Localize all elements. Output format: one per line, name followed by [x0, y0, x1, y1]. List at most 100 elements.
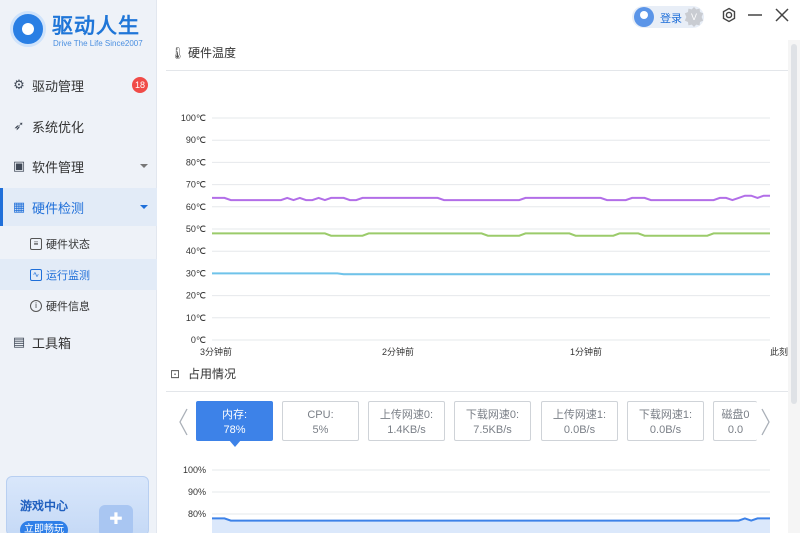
sidebar: 驱动人生 Drive The Life Since2007 ⚙ 驱动管理 18 …	[0, 0, 157, 533]
y-tick-label: 90℃	[186, 135, 206, 145]
logo-icon	[10, 11, 46, 47]
legend-disk: 硬盘:48℃	[344, 84, 386, 94]
login-button[interactable]: 登录 V	[632, 6, 704, 28]
tile-download-0[interactable]: 下载网速0: 7.5KB/s	[454, 401, 531, 441]
temperature-line-chart: 0℃ 10℃ 20℃ 30℃ 40℃ 50℃ 60℃ 70℃ 80℃ 90℃ 100℃ 3分钟前 2分钟…	[181, 113, 788, 357]
monitor-icon: ⊡	[170, 366, 181, 381]
divider	[166, 391, 788, 392]
tile-upload-0[interactable]: 上传网速0: 1.4KB/s	[368, 401, 445, 441]
usage-title-text: 占用情况	[188, 367, 237, 381]
app-title: 驱动人生	[52, 14, 140, 38]
tile-label: 磁盘0	[721, 409, 750, 421]
y-tick-label: 100%	[183, 465, 206, 475]
series-line-2	[212, 232, 770, 237]
close-icon[interactable]	[773, 6, 791, 24]
x-tick-label: 此刻	[770, 346, 788, 357]
y-tick-label: 60℃	[186, 202, 206, 212]
app-slogan: Drive The Life Since2007	[53, 39, 143, 48]
sidebar-item-hardware-detection[interactable]: ▦ 硬件检测	[0, 188, 157, 226]
game-center-banner[interactable]: 游戏中心 立即畅玩 ✚	[6, 476, 149, 533]
x-tick-label: 3分钟前	[200, 346, 232, 357]
y-tick-label: 90%	[188, 487, 206, 497]
chevron-right-icon[interactable]	[761, 408, 771, 436]
subitem-label: 运行监测	[46, 269, 90, 282]
sidebar-item-label: 系统优化	[32, 119, 85, 135]
tile-value: 0.0B/s	[649, 424, 682, 436]
tile-value: 7.5KB/s	[473, 424, 512, 436]
sidebar-item-software-management[interactable]: ▣ 软件管理	[0, 147, 157, 185]
memory-usage-chart: 80% 90% 100%	[183, 465, 770, 533]
subitem-hardware-status[interactable]: ≡ 硬件状态	[0, 228, 157, 259]
chip-icon: ▦	[12, 199, 26, 214]
temperature-title-text: 硬件温度	[188, 46, 237, 60]
app-logo: 驱动人生 Drive The Life Since2007	[8, 8, 153, 52]
avatar-icon	[634, 7, 654, 27]
tile-memory[interactable]: 内存: 78%	[196, 401, 273, 447]
subitem-label: 硬件信息	[46, 300, 90, 313]
sidebar-item-label: 软件管理	[32, 159, 85, 175]
tile-label: 下载网速0:	[465, 409, 520, 421]
settings-gear-icon[interactable]	[720, 6, 738, 24]
usage-section-title: ⊡ 占用情况	[170, 365, 236, 382]
login-label: 登录	[660, 13, 682, 25]
sidebar-item-label: 驱动管理	[32, 78, 85, 94]
chevron-down-icon	[140, 205, 148, 209]
app-window: 驱动人生 Drive The Life Since2007 ⚙ 驱动管理 18 …	[0, 0, 800, 533]
thermometer-icon: 🌡	[170, 45, 186, 60]
y-tick-label: 70℃	[186, 180, 206, 190]
notification-badge: 18	[132, 77, 148, 93]
tile-value: 0.0	[727, 424, 744, 436]
temperature-section-title: 🌡 硬件温度	[170, 44, 236, 61]
tile-upload-1[interactable]: 上传网速1: 0.0B/s	[541, 401, 618, 441]
document-icon: ≡	[30, 237, 42, 250]
gear-icon: ⚙	[13, 77, 25, 92]
y-tick-label: 40℃	[186, 246, 206, 256]
sidebar-item-driver-management[interactable]: ⚙ 驱动管理 18	[0, 66, 157, 104]
chevron-left-icon[interactable]	[178, 408, 188, 436]
tile-value: 78%	[223, 424, 246, 436]
y-tick-label: 20℃	[186, 291, 206, 301]
subitem-runtime-monitor[interactable]: ∿ 运行监测	[0, 259, 157, 290]
info-icon: i	[30, 299, 42, 312]
subitem-hardware-info[interactable]: i 硬件信息	[0, 290, 157, 321]
y-tick-label: 50℃	[186, 224, 206, 234]
subitem-label: 硬件状态	[46, 238, 90, 251]
tile-label: 下载网速1:	[638, 409, 693, 421]
tile-value: 1.4KB/s	[387, 424, 426, 436]
sidebar-item-toolbox[interactable]: ▤ 工具箱	[0, 323, 157, 361]
tile-value: 5%	[312, 424, 329, 436]
y-tick-label: 100℃	[181, 113, 206, 123]
rocket-icon: ➶	[13, 118, 25, 133]
y-tick-label: 80%	[188, 509, 206, 519]
x-tick-label: 1分钟前	[570, 346, 602, 357]
game-center-title: 游戏中心	[20, 499, 69, 513]
play-now-button[interactable]: 立即畅玩	[20, 521, 68, 533]
tile-label: 上传网速1:	[552, 409, 607, 421]
y-tick-label: 80℃	[186, 157, 206, 167]
y-tick-label: 10℃	[186, 313, 206, 323]
gamepad-icon: ✚	[99, 505, 133, 533]
sidebar-item-label: 硬件检测	[32, 200, 85, 216]
sidebar-item-system-optimize[interactable]: ➶ 系统优化	[0, 107, 157, 145]
x-tick-label: 2分钟前	[382, 346, 414, 357]
chevron-down-icon	[140, 164, 148, 168]
y-tick-label: 0℃	[191, 335, 206, 345]
tile-cpu[interactable]: CPU: 5%	[282, 401, 359, 441]
series-line-0	[212, 272, 770, 276]
tile-label: 上传网速0:	[379, 409, 434, 421]
memory-line	[212, 517, 770, 522]
vip-badge-icon: V	[684, 7, 704, 27]
minimize-icon[interactable]	[746, 6, 764, 24]
legend-motherboard: 主板:65℃	[272, 84, 314, 94]
scrollbar-thumb[interactable]	[791, 44, 797, 404]
divider	[166, 70, 788, 71]
tile-disk-0[interactable]: 磁盘0 0.0	[713, 401, 757, 441]
chart-icon: ∿	[30, 268, 42, 281]
tile-label: 内存:	[221, 409, 248, 421]
tile-download-1[interactable]: 下载网速1: 0.0B/s	[627, 401, 704, 441]
tile-value: 0.0B/s	[563, 424, 596, 436]
legend-cpu: CPU:29℃	[201, 84, 243, 94]
sidebar-item-label: 工具箱	[32, 335, 72, 351]
box-icon: ▣	[12, 158, 26, 173]
scrollbar[interactable]	[788, 40, 800, 533]
